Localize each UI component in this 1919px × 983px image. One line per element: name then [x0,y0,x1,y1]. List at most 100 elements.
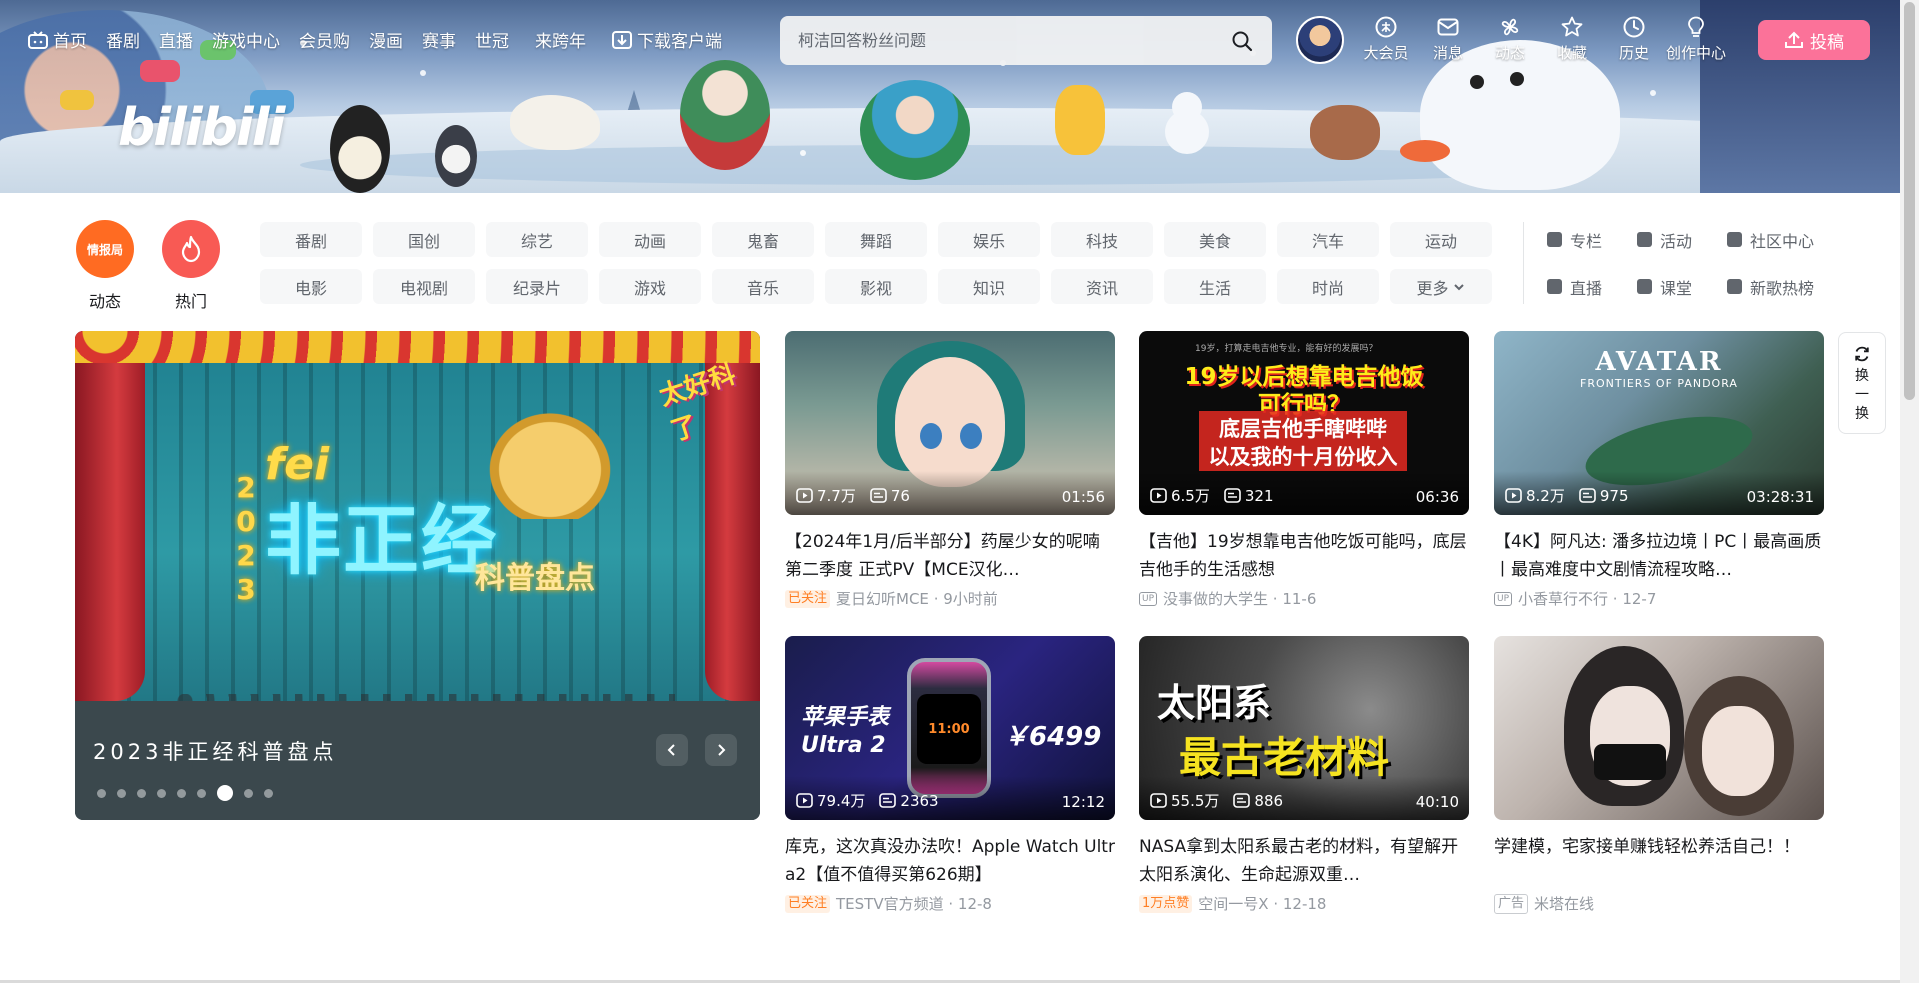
carousel-dot[interactable] [177,788,186,798]
shortcut-classroom[interactable]: 课堂 [1637,269,1727,304]
ad-author[interactable]: 米塔在线 [1534,893,1594,914]
nav-live[interactable]: 直播 [159,27,193,52]
channel-dynamics[interactable]: 情报局 动态 [75,220,135,312]
nav-manga[interactable]: 漫画 [369,27,403,52]
channel-variety[interactable]: 综艺 [486,222,588,257]
ad-title[interactable]: 学建模，宅家接单赚钱轻松养活自己！！ [1494,833,1824,889]
nav-creator-center[interactable]: 创作中心 [1665,15,1727,63]
channel-more-dropdown[interactable]: 更多 [1390,269,1492,304]
channel-hot[interactable]: 热门 [161,220,221,312]
scrollbar-thumb[interactable] [1904,2,1915,400]
channel-music[interactable]: 音乐 [712,269,814,304]
channel-tech[interactable]: 科技 [1051,222,1153,257]
channel-anime[interactable]: 番剧 [260,222,362,257]
video-title[interactable]: 库克，这次真没办法吹！Apple Watch Ultra2【值不值得买第626期… [785,833,1115,889]
nav-messages[interactable]: 消息 [1417,15,1479,63]
video-card[interactable]: 7.7万 76 01:56 【2024年1月/后半部分】药屋少女的呢喃 第二季度… [785,331,1115,609]
nav-vip[interactable]: 大会员 [1355,15,1417,63]
nav-vip-label: 大会员 [1363,44,1409,62]
carousel-dot[interactable] [117,788,126,798]
video-author[interactable]: 空间一号X [1198,893,1268,914]
nav-new-year[interactable]: 来跨年 [535,27,586,52]
channel-movie[interactable]: 电影 [260,269,362,304]
channel-documentary[interactable]: 纪录片 [486,269,588,304]
video-thumbnail[interactable]: AVATAR FRONTIERS OF PANDORA 8.2万 975 03:… [1494,331,1824,515]
video-thumbnail[interactable]: 7.7万 76 01:56 [785,331,1115,515]
carousel-dot[interactable] [157,788,166,798]
video-thumbnail[interactable]: 太阳系 最古老材料 55.5万 886 40:10 [1139,636,1469,820]
video-author[interactable]: 没事做的大学生 [1163,588,1268,609]
video-thumbnail[interactable]: 苹果手表 Ultra 2 11:00 ￥6499 79.4万 2363 12:12 [785,636,1115,820]
shortcut-new-songs[interactable]: 新歌热榜 [1727,269,1837,304]
nav-anime[interactable]: 番剧 [106,27,140,52]
thumb-art [920,423,942,449]
shortcut-classroom-label: 课堂 [1660,278,1693,298]
carousel-dot[interactable] [264,788,273,798]
video-card[interactable]: 苹果手表 Ultra 2 11:00 ￥6499 79.4万 2363 12:12… [785,636,1115,914]
channel-knowledge[interactable]: 知识 [938,269,1040,304]
video-title[interactable]: NASA拿到太阳系最古老的材料，有望解开太阳系演化、生命起源双重… [1139,833,1469,889]
nav-home[interactable]: 首页 [28,27,87,52]
shortcut-column[interactable]: 专栏 [1547,222,1637,257]
video-card[interactable]: AVATAR FRONTIERS OF PANDORA 8.2万 975 03:… [1494,331,1824,609]
carousel-dot[interactable] [197,788,206,798]
channel-car[interactable]: 汽车 [1277,222,1379,257]
channel-news[interactable]: 资讯 [1051,269,1153,304]
banner-carousel[interactable]: fei 2 0 2 3 非正经 科普盘点 太好科了 2023非正经科普盘点 [75,331,760,820]
nav-member-shop[interactable]: 会员购 [299,27,350,52]
channel-life[interactable]: 生活 [1164,269,1266,304]
carousel-dot[interactable] [97,788,106,798]
bilibili-logo[interactable]: bilibili [118,98,285,158]
carousel-image[interactable]: fei 2 0 2 3 非正经 科普盘点 太好科了 [75,331,760,708]
page-scrollbar[interactable] [1900,0,1919,983]
refresh-button[interactable]: 换 一 换 [1838,332,1886,434]
video-card[interactable]: 19岁，打算走电吉他专业，能有好的发展吗？ 19岁以后想靠电吉他饭 可行吗？ 底… [1139,331,1469,609]
user-avatar[interactable] [1296,16,1344,64]
search-input[interactable] [780,31,1218,50]
channel-fashion[interactable]: 时尚 [1277,269,1379,304]
carousel-prev-button[interactable] [656,734,688,766]
nav-download-client[interactable]: 下载客户端 [612,27,722,52]
meta-separator: · [928,589,944,608]
video-card[interactable]: 太阳系 最古老材料 55.5万 886 40:10 NASA拿到太阳系最古老的材… [1139,636,1469,914]
upload-button[interactable]: 投稿 [1758,20,1870,60]
shortcut-live[interactable]: 直播 [1547,269,1637,304]
channel-tv-series[interactable]: 电视剧 [373,269,475,304]
nav-esports[interactable]: 赛事 [422,27,456,52]
refresh-label: 换 一 换 [1855,367,1869,424]
channel-kichiku[interactable]: 鬼畜 [712,222,814,257]
channel-entertainment[interactable]: 娱乐 [938,222,1040,257]
channel-dance[interactable]: 舞蹈 [825,222,927,257]
video-author[interactable]: TESTV官方频道 [836,893,944,914]
carousel-title[interactable]: 2023非正经科普盘点 [93,736,337,766]
channel-game[interactable]: 游戏 [599,269,701,304]
shortcut-activity[interactable]: 活动 [1637,222,1727,257]
video-author[interactable]: 夏日幻听MCE [836,588,929,609]
nav-favorites[interactable]: 收藏 [1541,15,1603,63]
video-thumbnail[interactable]: 19岁，打算走电吉他专业，能有好的发展吗？ 19岁以后想靠电吉他饭 可行吗？ 底… [1139,331,1469,515]
carousel-dot[interactable] [244,788,253,798]
video-title[interactable]: 【2024年1月/后半部分】药屋少女的呢喃 第二季度 正式PV【MCE汉化… [785,528,1115,584]
shortcut-community[interactable]: 社区中心 [1727,222,1837,257]
nav-dynamics[interactable]: 动态 [1479,15,1541,63]
channel-food[interactable]: 美食 [1164,222,1266,257]
video-author[interactable]: 小香草行不行 [1518,588,1608,609]
video-title[interactable]: 【4K】阿凡达: 潘多拉边境丨PC丨最高画质丨最高难度中文剧情流程攻略… [1494,528,1824,584]
video-title[interactable]: 【吉他】19岁想靠电吉他吃饭可能吗，底层吉他手的生活感想 [1139,528,1469,584]
carousel-dot[interactable] [137,788,146,798]
nav-history[interactable]: 历史 [1603,15,1665,63]
play-icon [1505,488,1522,503]
carousel-next-button[interactable] [705,734,737,766]
channel-film-tv[interactable]: 影视 [825,269,927,304]
channel-sports[interactable]: 运动 [1390,222,1492,257]
ad-thumbnail[interactable] [1494,636,1824,820]
nav-worlds[interactable]: 世冠 [475,27,509,52]
nav-game-center[interactable]: 游戏中心 [212,27,280,52]
danmaku-count: 321 [1224,487,1274,505]
channel-guochuang[interactable]: 国创 [373,222,475,257]
up-badge-icon: UP [1139,591,1158,606]
ad-card[interactable]: 学建模，宅家接单赚钱轻松养活自己！！ 广告 米塔在线 [1494,636,1824,914]
carousel-dot[interactable] [217,785,233,801]
channel-animation[interactable]: 动画 [599,222,701,257]
search-button[interactable] [1218,21,1266,61]
